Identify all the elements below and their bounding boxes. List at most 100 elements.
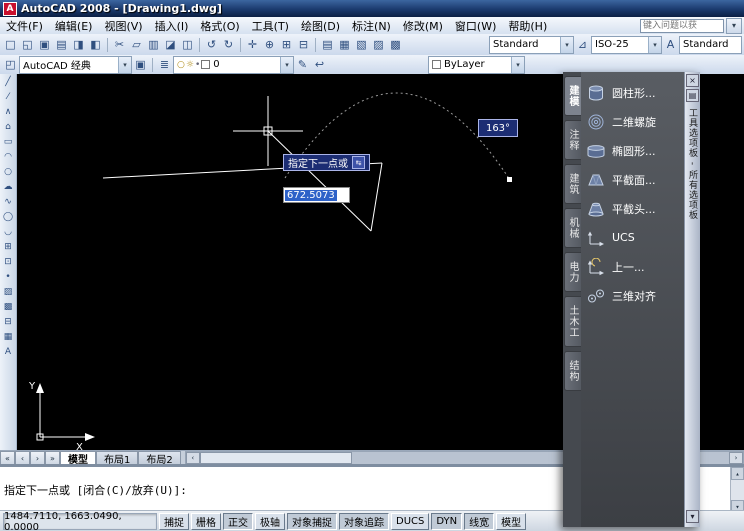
- layer-on-icon[interactable]: ○: [177, 60, 185, 70]
- menu-modify[interactable]: 修改(M): [397, 17, 449, 34]
- scroll-right-icon[interactable]: ›: [729, 452, 743, 464]
- scrollbar-thumb[interactable]: [200, 452, 352, 464]
- zoom-realtime-button[interactable]: ⊕: [261, 36, 278, 53]
- zoom-window-button[interactable]: ⊞: [278, 36, 295, 53]
- designcenter-button[interactable]: ▦: [336, 36, 353, 53]
- layer-combo[interactable]: ○ ☼ • 0 ▾: [173, 56, 294, 74]
- sheet-set-button[interactable]: ▨: [370, 36, 387, 53]
- otrack-toggle[interactable]: 对象追踪: [339, 513, 389, 530]
- menu-tools[interactable]: 工具(T): [246, 17, 295, 34]
- layer-freeze-icon[interactable]: ☼: [186, 60, 194, 70]
- palette-title-bar[interactable]: × ▤ 工具选项板 - 所有选项板 ▾: [684, 72, 700, 527]
- palette-tab-architecture[interactable]: 建筑: [564, 164, 581, 204]
- lineweight-toggle[interactable]: 线宽: [464, 513, 494, 530]
- dropdown-arrow-icon[interactable]: ▾: [648, 37, 661, 53]
- layer-previous-button[interactable]: ↩: [311, 56, 328, 73]
- palette-close-icon[interactable]: ×: [686, 74, 699, 87]
- copy-button[interactable]: ▱: [128, 36, 145, 53]
- block-editor-button[interactable]: ◫: [179, 36, 196, 53]
- dyn-toggle[interactable]: DYN: [431, 513, 462, 530]
- tab-model[interactable]: 模型: [60, 451, 96, 465]
- palette-tab-structural[interactable]: 结构: [564, 351, 581, 391]
- text-style-combo[interactable]: Standard: [679, 36, 742, 54]
- help-search-input[interactable]: [640, 19, 724, 33]
- palette-tab-mechanical[interactable]: 机械: [564, 208, 581, 248]
- layer-lock-icon[interactable]: •: [195, 60, 200, 70]
- match-properties-button[interactable]: ◪: [162, 36, 179, 53]
- point-tool-icon[interactable]: •: [1, 269, 16, 284]
- model-toggle[interactable]: 模型: [496, 513, 526, 530]
- grid-toggle[interactable]: 栅格: [191, 513, 221, 530]
- ellipse-tool-icon[interactable]: ◯: [1, 209, 16, 224]
- palette-scroll-down-icon[interactable]: ▾: [686, 510, 699, 523]
- layer-properties-button[interactable]: ≣: [156, 56, 173, 73]
- tool-palettes-button[interactable]: ▧: [353, 36, 370, 53]
- hatch-tool-icon[interactable]: ▨: [1, 284, 16, 299]
- palette-item-cylinder[interactable]: 圆柱形...: [585, 78, 684, 107]
- dim-style-button[interactable]: ⊿: [574, 36, 591, 53]
- region-tool-icon[interactable]: ⊟: [1, 314, 16, 329]
- prev-tab-button[interactable]: ‹: [15, 451, 30, 465]
- tab-layout2[interactable]: 布局2: [138, 451, 180, 465]
- polar-toggle[interactable]: 极轴: [255, 513, 285, 530]
- markup-button[interactable]: ▩: [387, 36, 404, 53]
- paste-button[interactable]: ▥: [145, 36, 162, 53]
- title-bar[interactable]: A AutoCAD 2008 - [Drawing1.dwg]: [0, 0, 744, 17]
- new-button[interactable]: □: [2, 36, 19, 53]
- make-layer-current-button[interactable]: ✎: [294, 56, 311, 73]
- ortho-toggle[interactable]: 正交: [223, 513, 253, 530]
- scroll-left-icon[interactable]: ‹: [186, 452, 200, 464]
- make-block-tool-icon[interactable]: ⊡: [1, 254, 16, 269]
- workspace-combo[interactable]: AutoCAD 经典 ▾: [19, 56, 132, 74]
- palette-item-ucs-previous[interactable]: 上一...: [585, 252, 684, 281]
- ellipse-arc-tool-icon[interactable]: ◡: [1, 224, 16, 239]
- last-tab-button[interactable]: »: [45, 451, 60, 465]
- insert-block-tool-icon[interactable]: ⊞: [1, 239, 16, 254]
- rectangle-tool-icon[interactable]: ▭: [1, 134, 16, 149]
- plot-button[interactable]: ▤: [53, 36, 70, 53]
- publish-button[interactable]: ◧: [87, 36, 104, 53]
- palette-item-3d-align[interactable]: 三维对齐: [585, 281, 684, 310]
- palette-tab-electrical[interactable]: 电力: [564, 252, 581, 292]
- palette-item-helix[interactable]: 二维螺旋: [585, 107, 684, 136]
- menu-format[interactable]: 格式(O): [194, 17, 245, 34]
- command-scrollbar[interactable]: ▴ ▾: [730, 467, 744, 513]
- menu-file[interactable]: 文件(F): [0, 17, 49, 34]
- open-button[interactable]: ◱: [19, 36, 36, 53]
- menu-help[interactable]: 帮助(H): [502, 17, 553, 34]
- circle-tool-icon[interactable]: ○: [1, 164, 16, 179]
- line-tool-icon[interactable]: ╱: [1, 74, 16, 89]
- menu-insert[interactable]: 插入(I): [149, 17, 195, 34]
- dropdown-arrow-icon[interactable]: ▾: [280, 57, 293, 73]
- undo-button[interactable]: ↺: [203, 36, 220, 53]
- tab-layout1[interactable]: 布局1: [96, 451, 138, 465]
- osnap-toggle[interactable]: 对象捕捉: [287, 513, 337, 530]
- palette-autohide-icon[interactable]: ▤: [686, 89, 699, 102]
- polyline-tool-icon[interactable]: ∧: [1, 104, 16, 119]
- scroll-up-icon[interactable]: ▴: [731, 467, 744, 480]
- save-workspace-button[interactable]: ▣: [132, 56, 149, 73]
- properties-button[interactable]: ▤: [319, 36, 336, 53]
- zoom-previous-button[interactable]: ⊟: [295, 36, 312, 53]
- menu-window[interactable]: 窗口(W): [449, 17, 502, 34]
- dim-style-combo[interactable]: ISO-25 ▾: [591, 36, 662, 54]
- palette-item-pyramid-frustum[interactable]: 平截面...: [585, 165, 684, 194]
- arc-tool-icon[interactable]: ◠: [1, 149, 16, 164]
- text-style-button[interactable]: A: [662, 36, 679, 53]
- palette-tab-modeling[interactable]: 建模: [564, 76, 581, 116]
- redo-button[interactable]: ↻: [220, 36, 237, 53]
- plot-preview-button[interactable]: ◨: [70, 36, 87, 53]
- pan-button[interactable]: ✛: [244, 36, 261, 53]
- table-tool-icon[interactable]: ▦: [1, 329, 16, 344]
- cut-button[interactable]: ✂: [111, 36, 128, 53]
- construction-line-tool-icon[interactable]: ⁄: [1, 89, 16, 104]
- dynamic-input-field[interactable]: 672.5073: [283, 187, 350, 203]
- revcloud-tool-icon[interactable]: ☁: [1, 179, 16, 194]
- dropdown-arrow-icon[interactable]: ▾: [560, 37, 573, 53]
- menu-draw[interactable]: 绘图(D): [295, 17, 346, 34]
- color-combo[interactable]: ByLayer ▾: [428, 56, 525, 74]
- dropdown-arrow-icon[interactable]: ▾: [118, 57, 131, 73]
- style-combo[interactable]: Standard ▾: [489, 36, 574, 54]
- next-tab-button[interactable]: ›: [30, 451, 45, 465]
- mtext-tool-icon[interactable]: A: [1, 344, 16, 359]
